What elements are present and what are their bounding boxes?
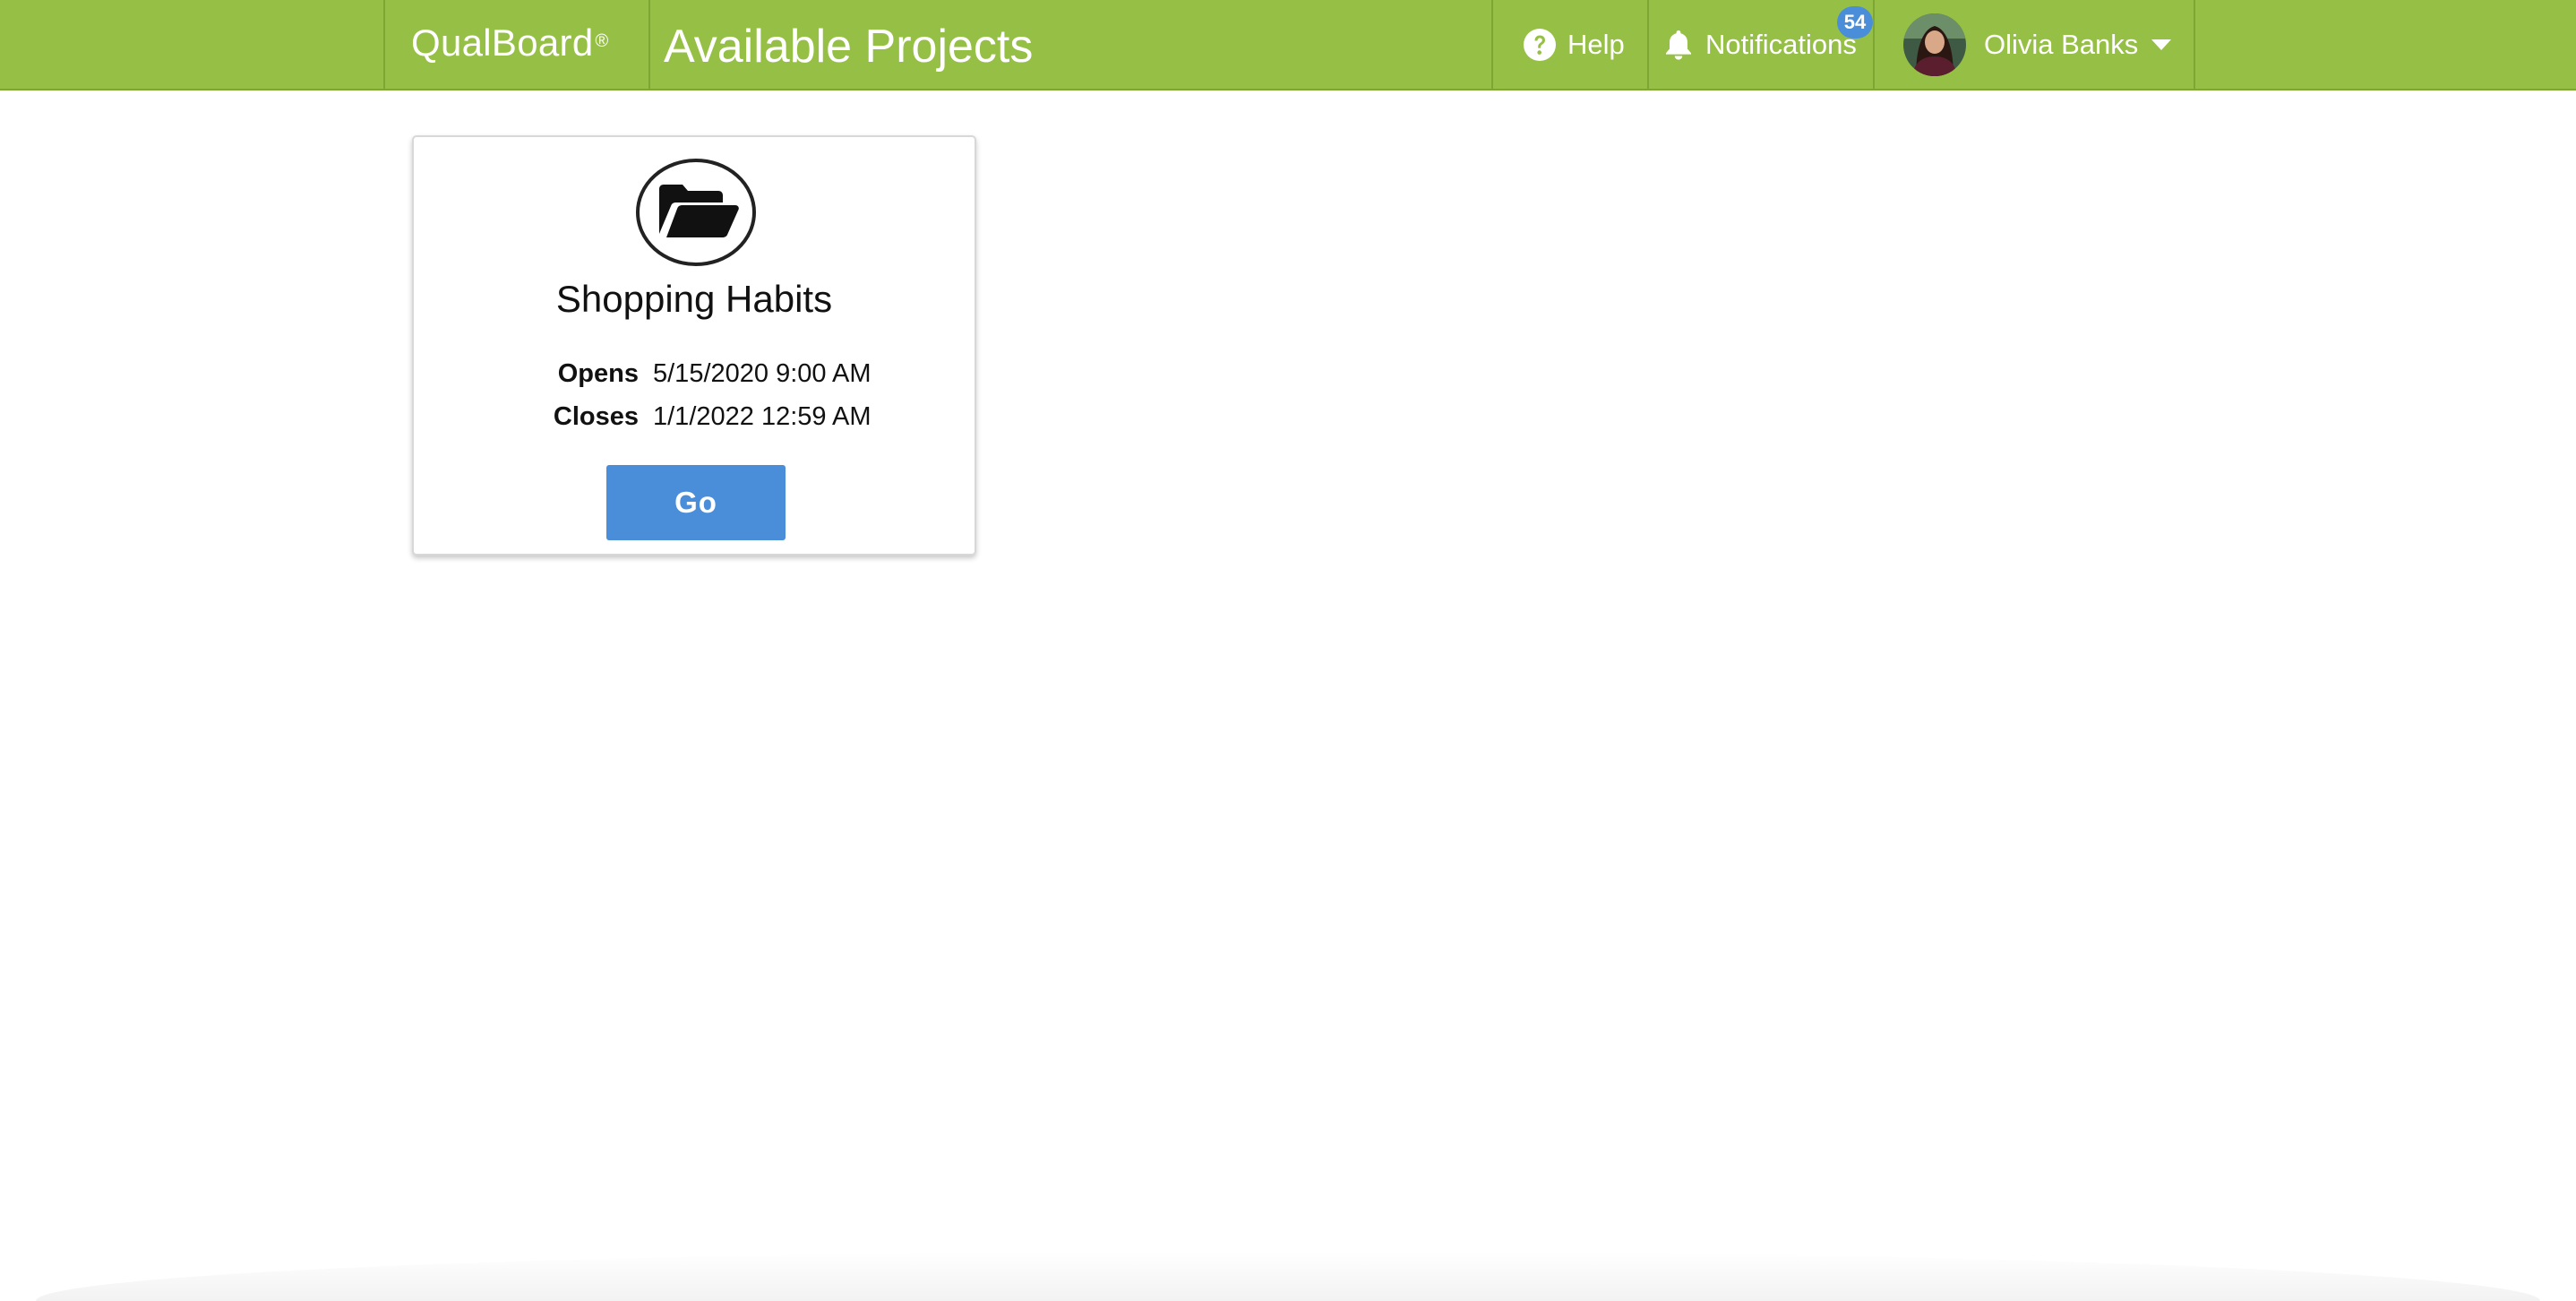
user-name: Olivia Banks — [1984, 28, 2139, 60]
nav-divider — [1647, 0, 1649, 89]
nav-divider — [1873, 0, 1875, 89]
project-card: Shopping Habits Opens 5/15/2020 9:00 AM … — [412, 135, 976, 556]
notifications-link[interactable]: Notifications — [1664, 0, 1857, 89]
bottom-scroll-shadow — [36, 1251, 2540, 1301]
registered-mark: ® — [595, 31, 609, 51]
nav-divider — [1491, 0, 1493, 89]
bell-icon — [1664, 29, 1693, 61]
nav-divider — [648, 0, 650, 89]
help-link[interactable]: Help — [1523, 0, 1625, 89]
project-name: Shopping Habits — [555, 278, 833, 320]
caret-down-icon — [2151, 39, 2172, 51]
opens-label: Opens — [557, 359, 639, 388]
notifications-label: Notifications — [1705, 28, 1857, 60]
go-button[interactable]: Go — [606, 465, 786, 540]
folder-open-icon — [636, 159, 756, 266]
top-navigation-bar: QualBoard ® Available Projects Help Notif… — [0, 0, 2576, 90]
page-title: Available Projects — [664, 21, 1034, 73]
avatar — [1903, 13, 1966, 76]
notifications-count-badge: 54 — [1837, 6, 1873, 39]
closes-label: Closes — [553, 402, 639, 431]
brand-logo[interactable]: QualBoard ® — [411, 20, 609, 66]
opens-value: 5/15/2020 9:00 AM — [653, 359, 872, 388]
closes-row: Closes 1/1/2022 12:59 AM — [414, 399, 975, 435]
question-circle-icon — [1523, 28, 1557, 62]
brand-name: QualBoard — [411, 22, 594, 64]
nav-divider — [383, 0, 385, 89]
closes-value: 1/1/2022 12:59 AM — [653, 402, 872, 431]
user-menu[interactable]: Olivia Banks — [1903, 0, 2172, 89]
opens-row: Opens 5/15/2020 9:00 AM — [414, 356, 975, 392]
nav-divider — [2194, 0, 2195, 89]
help-label: Help — [1567, 28, 1625, 60]
